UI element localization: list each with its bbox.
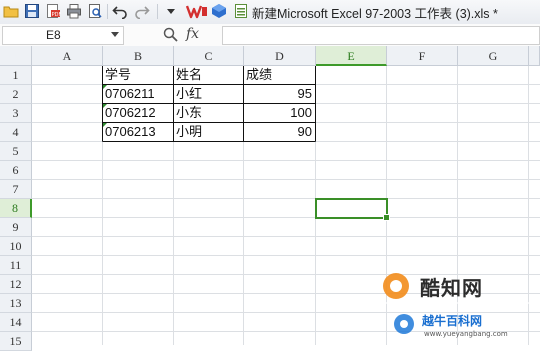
row-header-4[interactable]: 4 bbox=[0, 123, 32, 142]
watermark-brand: 酷知网 bbox=[420, 276, 483, 300]
row-header-7[interactable]: 7 bbox=[0, 180, 32, 199]
row-header-14[interactable]: 14 bbox=[0, 313, 32, 332]
zoom-lookup-icon[interactable] bbox=[162, 26, 180, 47]
row-header-9[interactable]: 9 bbox=[0, 218, 32, 237]
row-header-3[interactable]: 3 bbox=[0, 104, 32, 123]
cell-b2[interactable]: 0706211 bbox=[105, 85, 171, 103]
formula-input[interactable] bbox=[222, 26, 540, 45]
row-header-1[interactable]: 1 bbox=[0, 66, 32, 85]
select-all-corner[interactable] bbox=[0, 46, 32, 66]
undo-icon[interactable] bbox=[112, 3, 128, 19]
name-box[interactable]: E8 bbox=[2, 26, 124, 45]
name-box-value: E8 bbox=[46, 28, 61, 42]
more-dropdown-icon[interactable] bbox=[163, 3, 179, 19]
watermark-sub: 越牛百科网 bbox=[422, 314, 483, 328]
formula-bar: E8 fx bbox=[0, 24, 540, 47]
row-header-11[interactable]: 11 bbox=[0, 256, 32, 275]
document-tab[interactable]: 新建Microsoft Excel 97-2003 工作表 (3).xls * bbox=[234, 2, 540, 22]
cell-c1[interactable]: 姓名 bbox=[176, 66, 242, 84]
save-icon[interactable] bbox=[24, 3, 40, 19]
column-header-e[interactable]: E bbox=[316, 46, 387, 66]
name-box-dropdown-icon[interactable] bbox=[111, 32, 119, 37]
svg-text:PDF: PDF bbox=[52, 12, 61, 18]
cell-c4[interactable]: 小明 bbox=[176, 123, 242, 141]
cell-d1[interactable]: 成绩 bbox=[246, 66, 312, 84]
watermark-url: www.yueyangbang.com bbox=[424, 330, 508, 338]
selected-cell-e8[interactable] bbox=[315, 198, 388, 219]
cell-b4[interactable]: 0706213 bbox=[105, 123, 171, 141]
row-header-2[interactable]: 2 bbox=[0, 85, 32, 104]
cell-b3[interactable]: 0706212 bbox=[105, 104, 171, 122]
cell-b1[interactable]: 学号 bbox=[105, 66, 171, 84]
fill-handle[interactable] bbox=[383, 214, 390, 221]
function-button[interactable]: fx bbox=[186, 26, 199, 42]
folder-open-icon[interactable] bbox=[3, 3, 19, 19]
column-header-f[interactable]: F bbox=[387, 46, 458, 66]
row-header-12[interactable]: 12 bbox=[0, 275, 32, 294]
row-header-5[interactable]: 5 bbox=[0, 142, 32, 161]
print-preview-icon[interactable] bbox=[87, 3, 103, 19]
spreadsheet-file-icon bbox=[234, 3, 248, 22]
redo-icon[interactable] bbox=[134, 3, 150, 19]
row-header-10[interactable]: 10 bbox=[0, 237, 32, 256]
cell-c3[interactable]: 小东 bbox=[176, 104, 242, 122]
column-header-h[interactable] bbox=[529, 46, 540, 66]
formula-tools: fx bbox=[162, 26, 222, 44]
column-header-a[interactable]: A bbox=[32, 46, 103, 66]
wps-logo-icon[interactable] bbox=[186, 3, 208, 19]
column-header-b[interactable]: B bbox=[103, 46, 174, 66]
export-pdf-icon[interactable]: PDF bbox=[45, 3, 61, 19]
cell-d3[interactable]: 100 bbox=[245, 104, 312, 122]
column-header-d[interactable]: D bbox=[244, 46, 316, 66]
column-header-g[interactable]: G bbox=[458, 46, 529, 66]
cell-d4[interactable]: 90 bbox=[245, 123, 312, 141]
row-header-8[interactable]: 8 bbox=[0, 199, 32, 218]
row-header-6[interactable]: 6 bbox=[0, 161, 32, 180]
column-header-c[interactable]: C bbox=[174, 46, 244, 66]
cell-d2[interactable]: 95 bbox=[245, 85, 312, 103]
cloud-icon[interactable] bbox=[211, 3, 227, 19]
watermark: 酷知网 越牛百科网 www.yueyangbang.com bbox=[370, 268, 540, 345]
quick-access-toolbar: PDF 新建Microsoft Excel 97-2003 工作表 (3).xl… bbox=[0, 0, 540, 25]
row-header-13[interactable]: 13 bbox=[0, 294, 32, 313]
cell-c2[interactable]: 小红 bbox=[176, 85, 242, 103]
document-title: 新建Microsoft Excel 97-2003 工作表 (3).xls * bbox=[252, 6, 498, 21]
print-icon[interactable] bbox=[66, 3, 82, 19]
row-header-15[interactable]: 15 bbox=[0, 332, 32, 351]
